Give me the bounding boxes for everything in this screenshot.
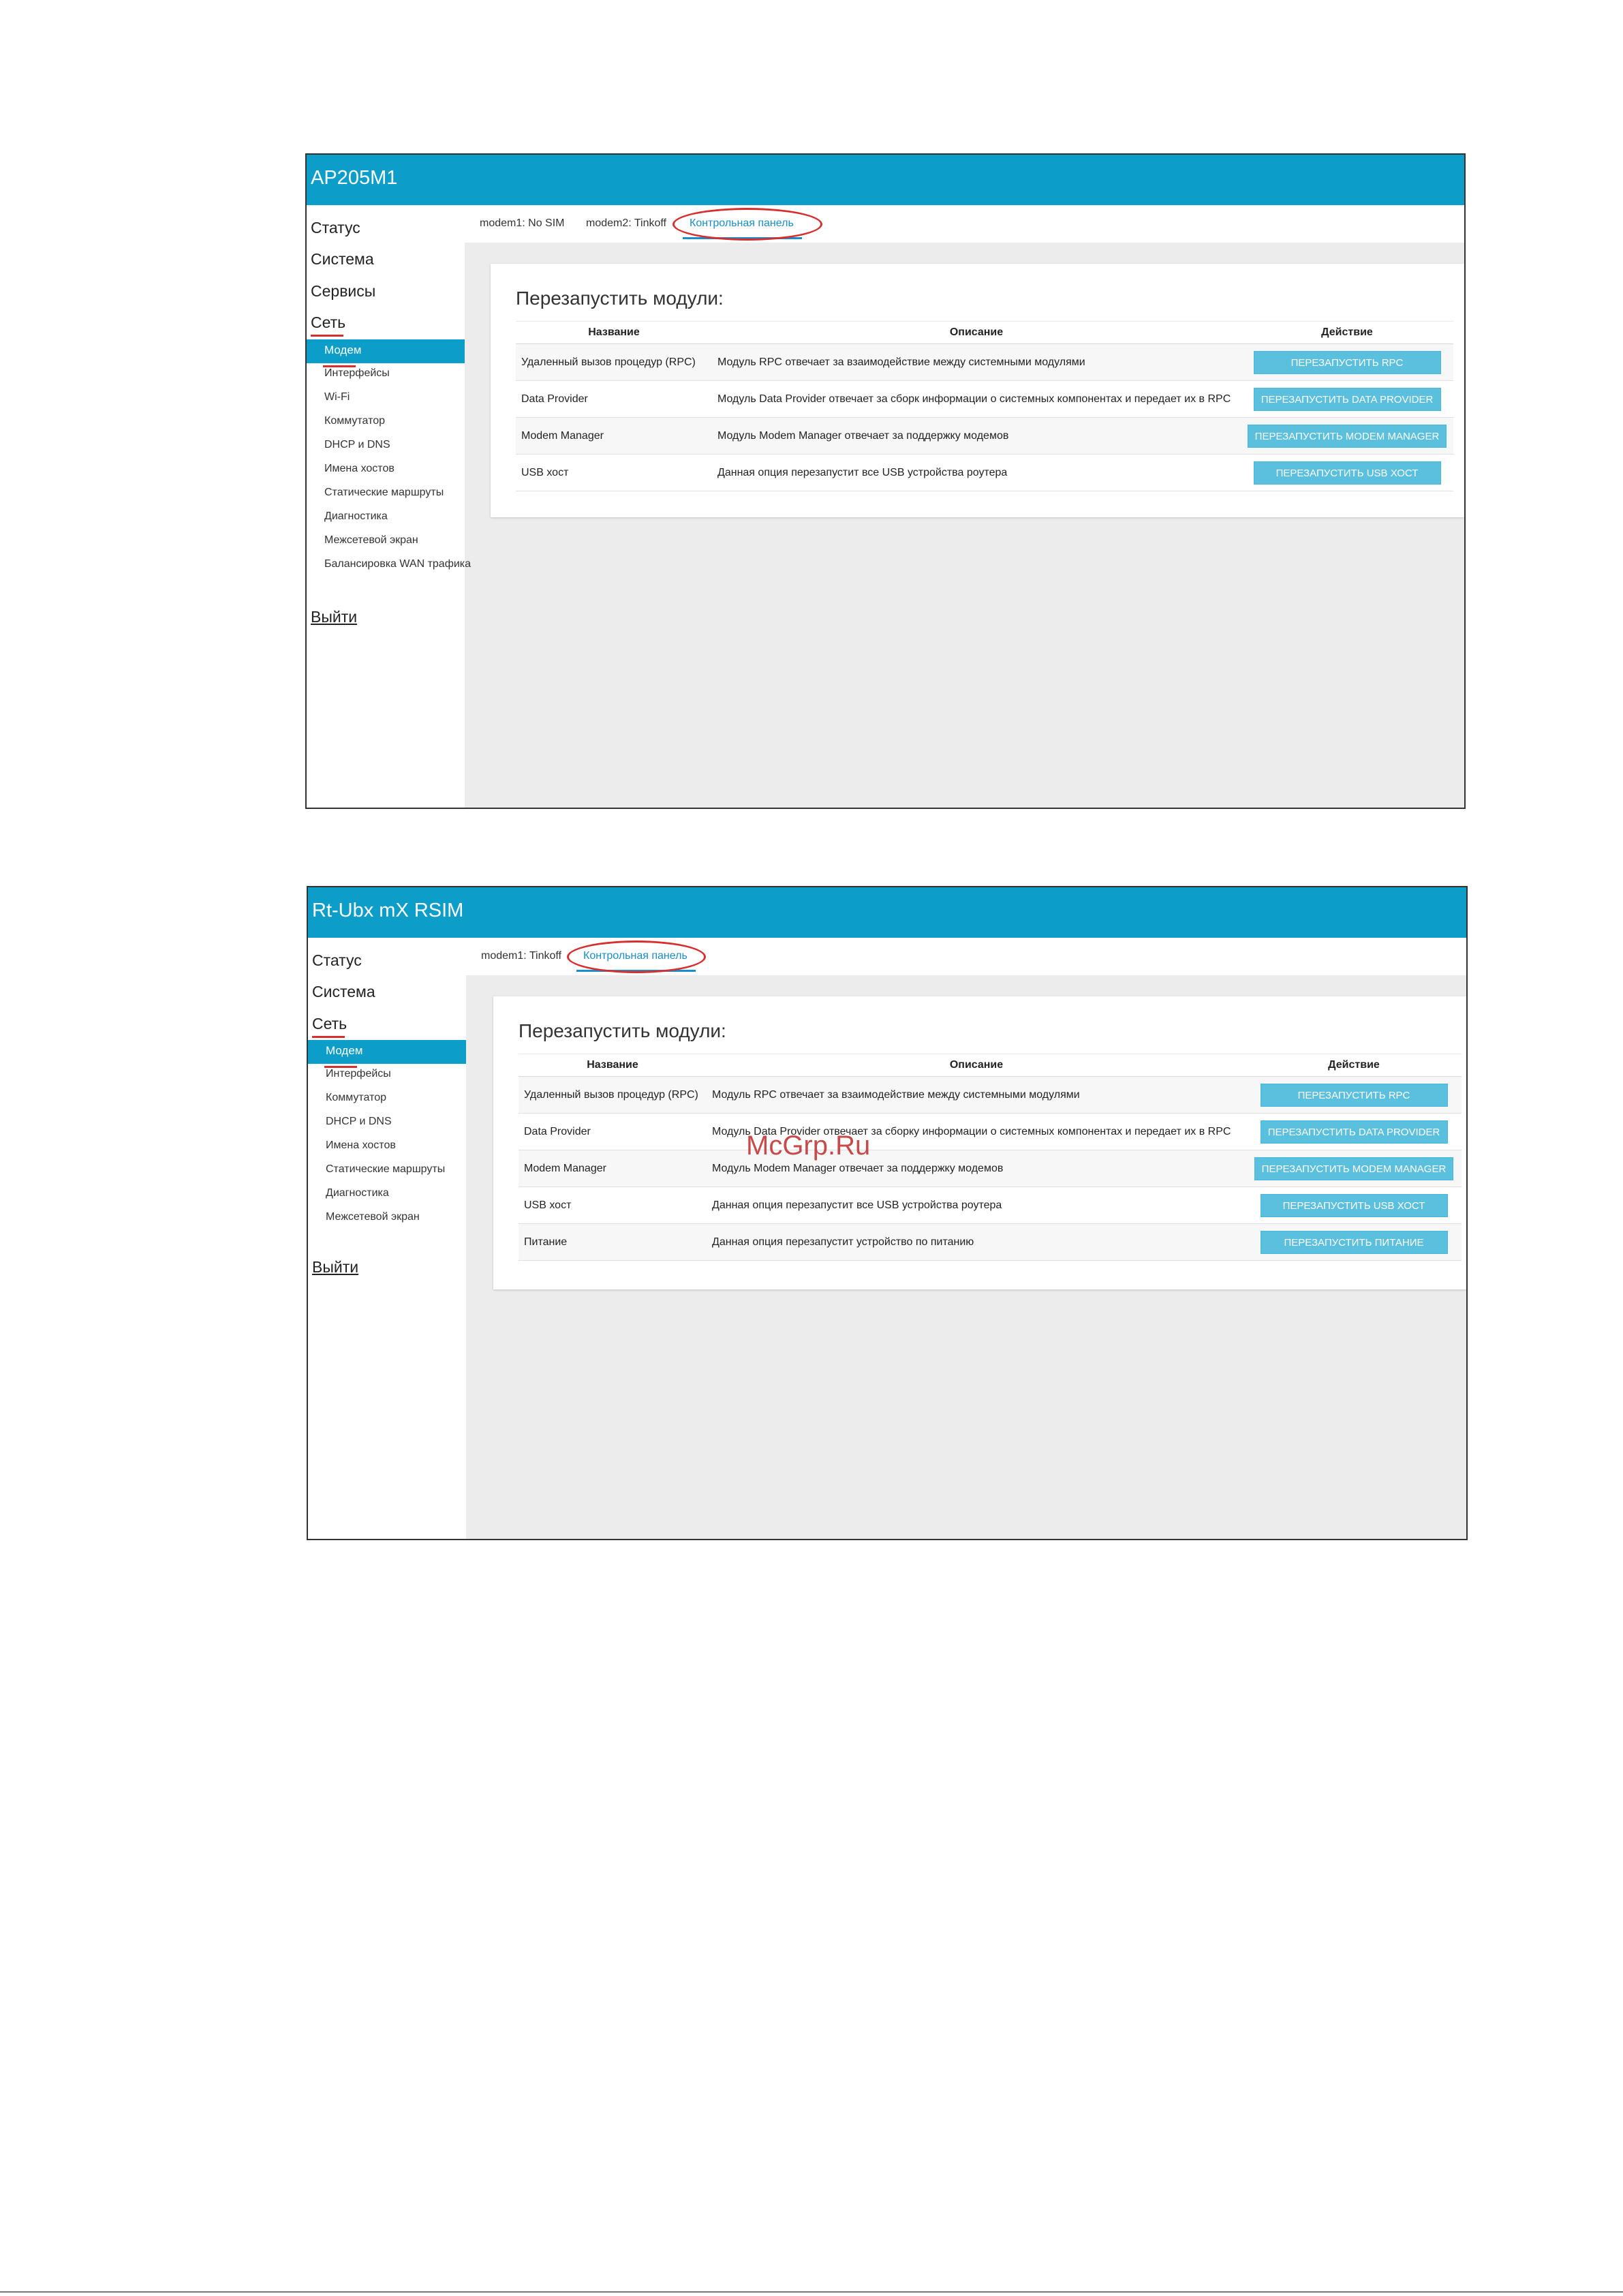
module-name: Удаленный вызов процедур (RPC) — [519, 1076, 707, 1114]
restart-data-provider-button[interactable]: ПЕРЕЗАПУСТИТЬ DATA PROVIDER — [1260, 1120, 1448, 1144]
highlight-ring — [567, 940, 706, 973]
sidebar-item-diagnostics[interactable]: Диагностика — [324, 510, 388, 523]
sidebar-item-diagnostics[interactable]: Диагностика — [326, 1187, 389, 1199]
module-description: Модуль RPC отвечает за взаимодействие ме… — [712, 343, 1241, 381]
table-header-row: Название Описание Действие — [516, 321, 1453, 344]
watermark: McGrp.Ru — [746, 1131, 871, 1161]
logout-link[interactable]: Выйти — [311, 608, 357, 626]
restart-data-provider-button[interactable]: ПЕРЕЗАПУСТИТЬ DATA PROVIDER — [1253, 387, 1441, 411]
restart-modem-manager-button[interactable]: ПЕРЕЗАПУСТИТЬ MODEM MANAGER — [1247, 424, 1447, 448]
restart-usb-host-button[interactable]: ПЕРЕЗАПУСТИТЬ USB ХОСТ — [1253, 461, 1441, 485]
module-name: USB хост — [516, 454, 712, 491]
sidebar-item-switch[interactable]: Коммутатор — [324, 415, 385, 427]
restart-usb-host-button[interactable]: ПЕРЕЗАПУСТИТЬ USB ХОСТ — [1260, 1193, 1448, 1217]
header-bar: Rt-Ubx mX RSIM — [308, 887, 1466, 938]
column-header-name: Название — [516, 321, 712, 344]
restart-rpc-button[interactable]: ПЕРЕЗАПУСТИТЬ RPC — [1253, 350, 1441, 374]
panel-title: Перезапустить модули: — [519, 1020, 726, 1041]
table-row: Data Provider Модуль Data Provider отвеч… — [519, 1113, 1462, 1150]
restart-rpc-button[interactable]: ПЕРЕЗАПУСТИТЬ RPC — [1260, 1083, 1448, 1107]
table-row: Удаленный вызов процедур (RPC) Модуль RP… — [516, 343, 1453, 381]
module-name: Удаленный вызов процедур (RPC) — [516, 343, 712, 381]
column-header-description: Описание — [707, 1054, 1246, 1077]
sidebar-item-firewall[interactable]: Межсетевой экран — [326, 1211, 420, 1223]
sidebar-item-wan-balancing[interactable]: Балансировка WAN трафика — [324, 558, 471, 570]
screenshot-rt-ubx: Rt-Ubx mX RSIM Статус Система Сеть Модем… — [307, 886, 1468, 1540]
table-row: USB хост Данная опция перезапустит все U… — [516, 454, 1453, 491]
logout-link[interactable]: Выйти — [312, 1258, 358, 1276]
table-row: Modem Manager Модуль Modem Manager отвеч… — [516, 417, 1453, 455]
column-header-action: Действие — [1241, 321, 1453, 344]
module-description: Данная опция перезапустит все USB устрой… — [707, 1187, 1246, 1224]
sidebar-item-hostnames[interactable]: Имена хостов — [326, 1139, 396, 1152]
module-name: Питание — [519, 1223, 707, 1261]
tab-modem1[interactable]: modem1: No SIM — [480, 217, 564, 230]
sidebar-item-wifi[interactable]: Wi-Fi — [324, 391, 350, 403]
table-row: Питание Данная опция перезапустит устрой… — [519, 1223, 1462, 1261]
header-bar: AP205M1 — [307, 155, 1464, 205]
tab-modem2[interactable]: modem2: Tinkoff — [586, 217, 666, 230]
sidebar-item-label: Модем — [324, 343, 362, 356]
module-name: Data Provider — [519, 1113, 707, 1150]
page-bottom-rule — [0, 2291, 1623, 2293]
sidebar-item-modem[interactable]: Модем — [308, 1040, 466, 1068]
restart-modem-manager-button[interactable]: ПЕРЕЗАПУСТИТЬ MODEM MANAGER — [1254, 1157, 1454, 1180]
module-description: Модуль Data Provider отвечает за сборк и… — [712, 380, 1241, 418]
column-header-action: Действие — [1246, 1054, 1462, 1077]
table-row: Удаленный вызов процедур (RPC) Модуль RP… — [519, 1076, 1462, 1114]
sidebar-item-switch[interactable]: Коммутатор — [326, 1092, 386, 1104]
restart-modules-panel: Перезапустить модули: Название Описание … — [491, 264, 1464, 517]
screenshot-ap205m1: AP205M1 Статус Система Сервисы Сеть Моде… — [305, 153, 1466, 809]
modules-table: Название Описание Действие Удаленный выз… — [519, 1054, 1462, 1261]
sidebar-item-status[interactable]: Статус — [312, 951, 362, 970]
sidebar-item-system[interactable]: Система — [311, 250, 374, 269]
sidebar-item-static-routes[interactable]: Статические маршруты — [324, 487, 444, 499]
panel-title: Перезапустить модули: — [516, 288, 724, 309]
sidebar-item-label: Модем — [326, 1044, 363, 1057]
sidebar-item-modem[interactable]: Модем — [307, 339, 465, 367]
app-title: AP205M1 — [311, 167, 398, 189]
sidebar-item-dhcp-dns[interactable]: DHCP и DNS — [324, 439, 390, 451]
sidebar-item-interfaces[interactable]: Интерфейсы — [324, 367, 390, 380]
sidebar-item-interfaces[interactable]: Интерфейсы — [326, 1068, 391, 1080]
restart-modules-panel: Перезапустить модули: Название Описание … — [493, 996, 1466, 1289]
tab-bar: modem1: Tinkoff Контрольная панель — [466, 938, 1466, 975]
restart-power-button[interactable]: ПЕРЕЗАПУСТИТЬ ПИТАНИЕ — [1260, 1230, 1448, 1254]
table-row: Modem Manager Модуль Modem Manager отвеч… — [519, 1150, 1462, 1187]
column-header-description: Описание — [712, 321, 1241, 344]
sidebar-item-network[interactable]: Сеть — [311, 313, 345, 337]
sidebar: Статус Система Сервисы Сеть Модем Интерф… — [307, 205, 471, 808]
module-name: Modem Manager — [516, 417, 712, 455]
tab-modem1[interactable]: modem1: Tinkoff — [481, 950, 561, 962]
column-header-name: Название — [519, 1054, 707, 1077]
module-description: Модуль RPC отвечает за взаимодействие ме… — [707, 1076, 1246, 1114]
tab-bar: modem1: No SIM modem2: Tinkoff Контрольн… — [465, 205, 1464, 243]
sidebar-item-hostnames[interactable]: Имена хостов — [324, 463, 395, 475]
module-description: Данная опция перезапустит все USB устрой… — [712, 454, 1241, 491]
sidebar-item-dhcp-dns[interactable]: DHCP и DNS — [326, 1116, 392, 1128]
sidebar-item-services[interactable]: Сервисы — [311, 282, 375, 301]
sidebar-item-firewall[interactable]: Межсетевой экран — [324, 534, 418, 547]
module-description: Модуль Modem Manager отвечает за поддерж… — [712, 417, 1241, 455]
app-title: Rt-Ubx mX RSIM — [312, 900, 464, 921]
modules-table: Название Описание Действие Удаленный выз… — [516, 321, 1453, 491]
module-description: Данная опция перезапустит устройство по … — [707, 1223, 1246, 1261]
module-name: USB хост — [519, 1187, 707, 1224]
module-name: Data Provider — [516, 380, 712, 418]
module-name: Modem Manager — [519, 1150, 707, 1187]
sidebar-item-system[interactable]: Система — [312, 983, 375, 1001]
sidebar-item-status[interactable]: Статус — [311, 219, 360, 237]
highlight-ring — [673, 208, 822, 241]
sidebar: Статус Система Сеть Модем Интерфейсы Ком… — [308, 938, 466, 1539]
sidebar-item-network[interactable]: Сеть — [312, 1015, 347, 1038]
table-row: USB хост Данная опция перезапустит все U… — [519, 1187, 1462, 1224]
table-header-row: Название Описание Действие — [519, 1054, 1462, 1077]
table-row: Data Provider Модуль Data Provider отвеч… — [516, 380, 1453, 418]
sidebar-item-static-routes[interactable]: Статические маршруты — [326, 1163, 445, 1176]
